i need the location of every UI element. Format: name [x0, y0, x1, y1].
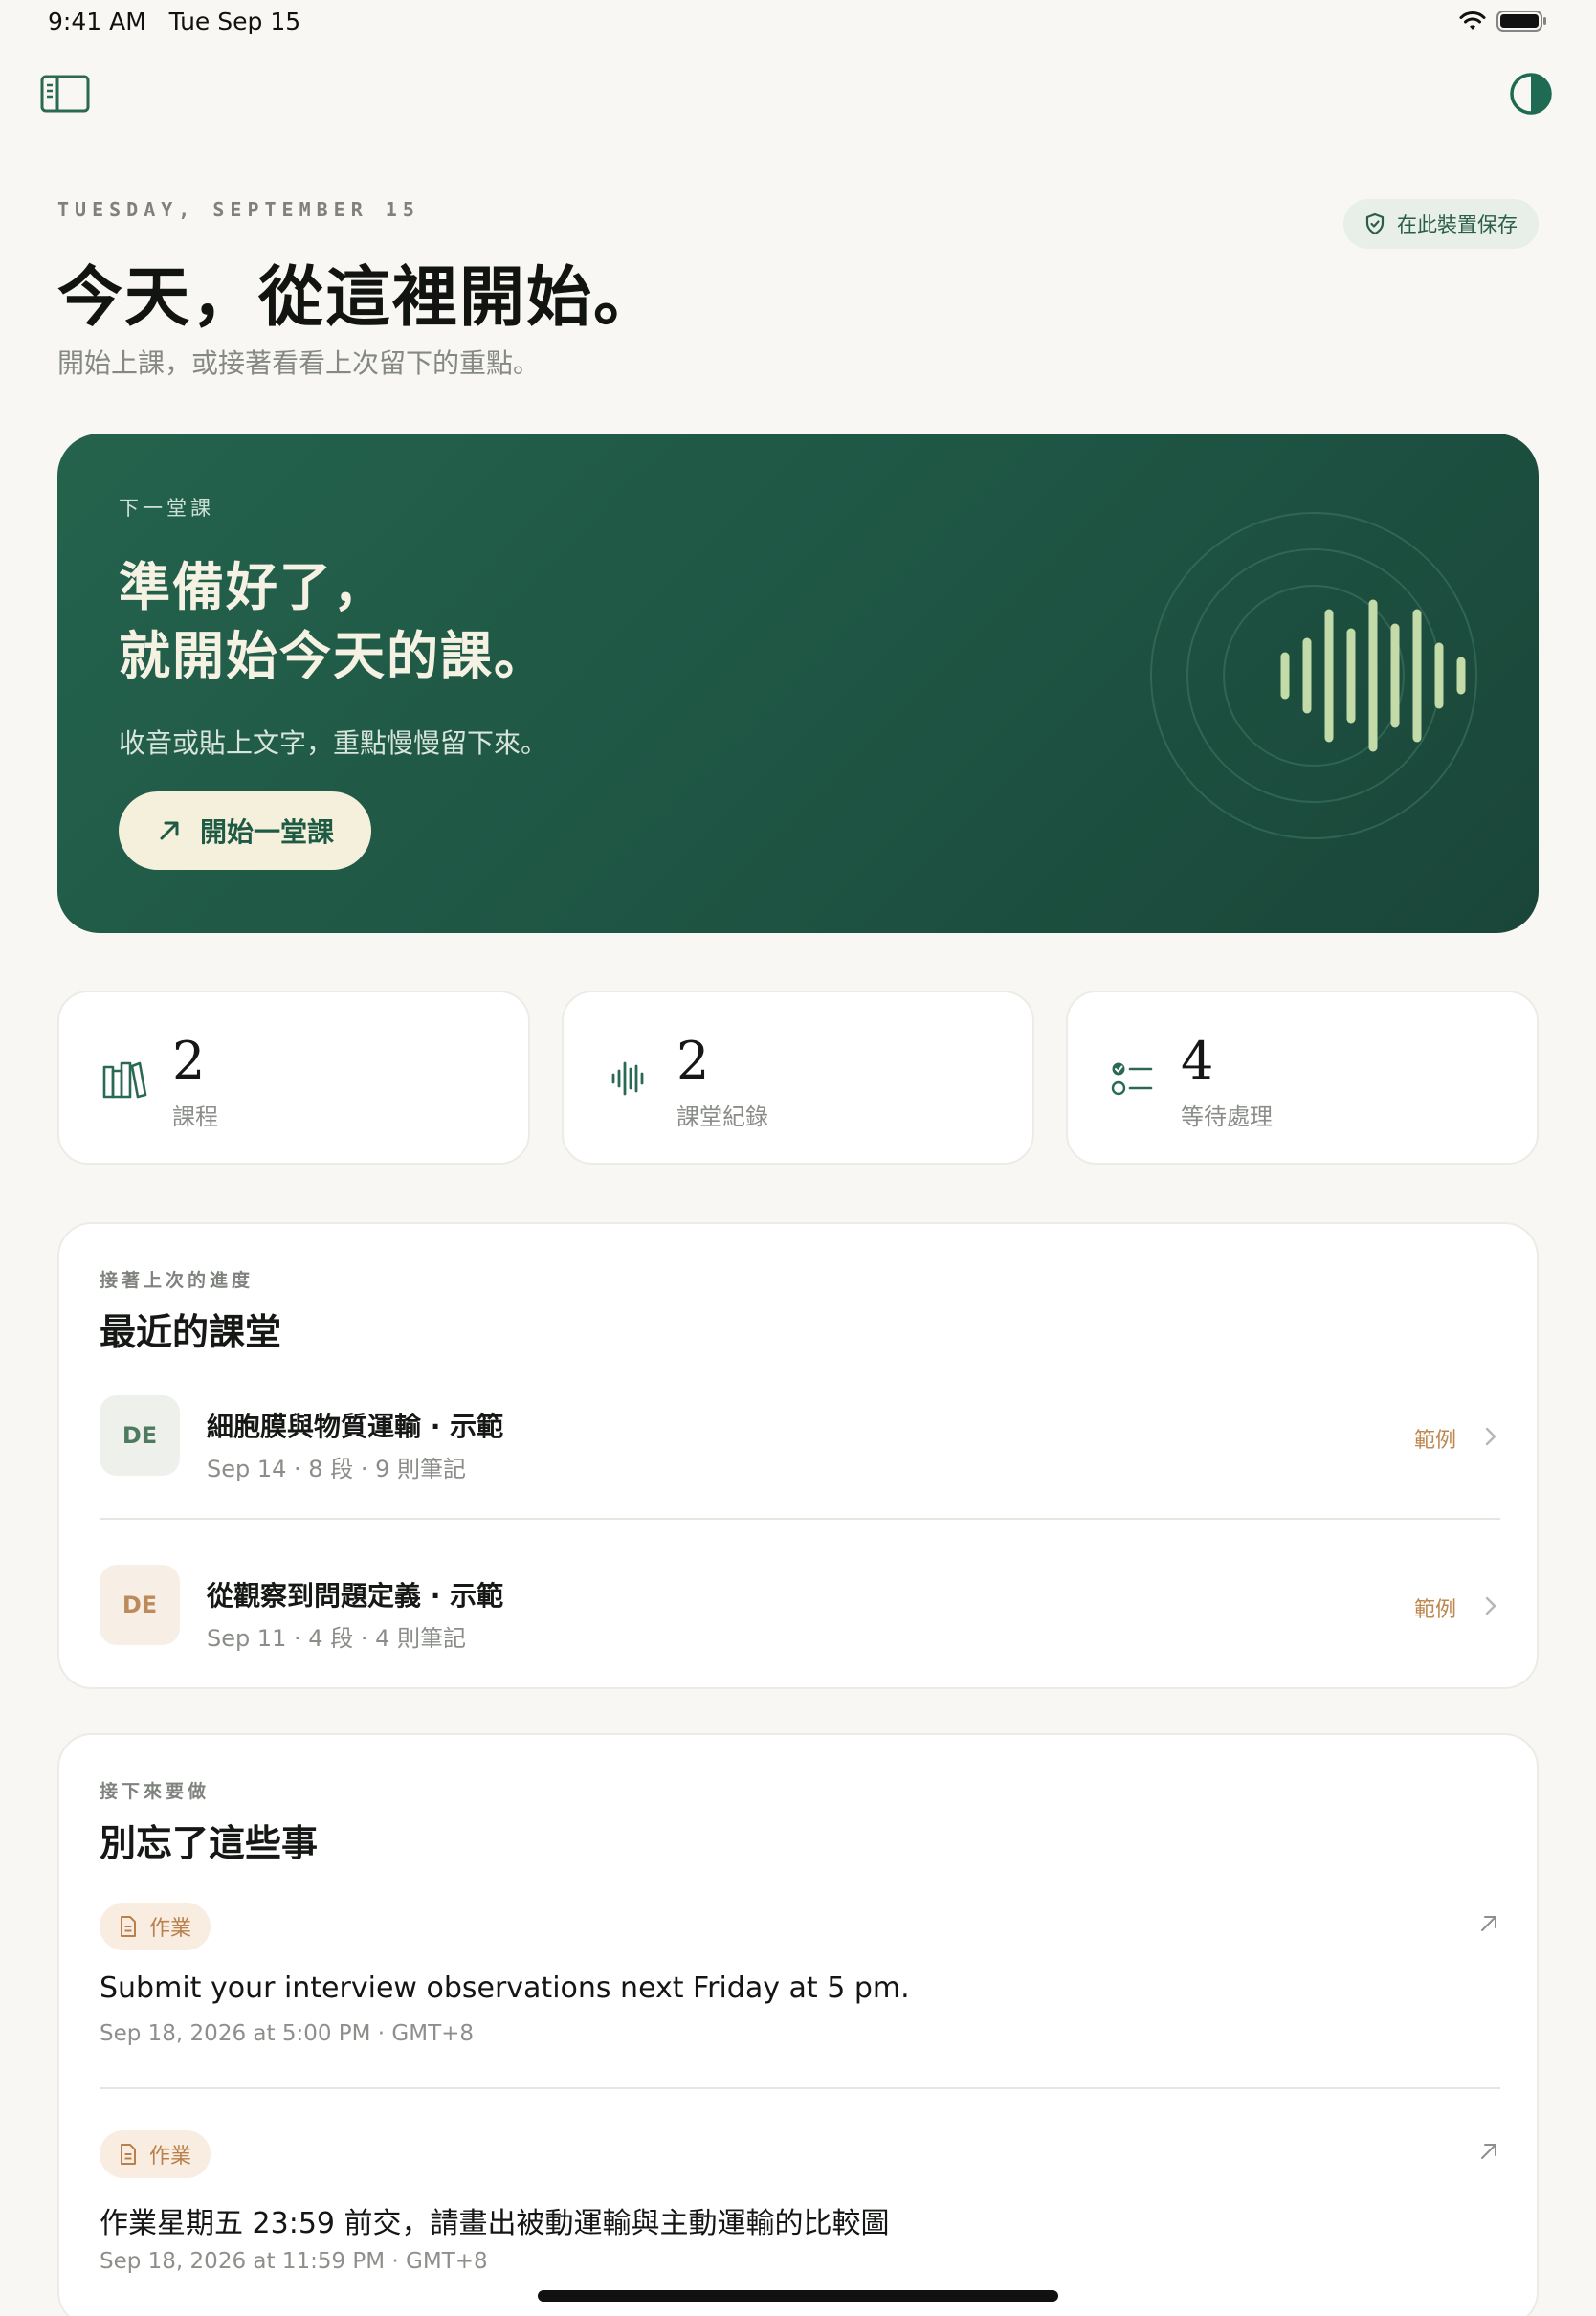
todo-title: Submit your interview observations next …	[100, 1971, 910, 2005]
document-icon	[121, 1916, 136, 1937]
battery-icon	[1496, 11, 1546, 32]
status-icons	[1458, 10, 1548, 33]
on-device-save-chip[interactable]: 在此裝置保存	[1343, 199, 1539, 249]
chevron-right-icon	[1485, 1427, 1496, 1446]
course-badge: DE	[100, 1395, 180, 1476]
status-bar: 9:41 AM Tue Sep 15	[0, 0, 1596, 46]
course-badge: DE	[100, 1565, 180, 1645]
todo-due-date: Sep 18, 2026 at 11:59 PM · GMT+8	[100, 2249, 488, 2274]
page-title: 今天，從這裡開始。	[57, 260, 661, 336]
sidebar-icon	[40, 75, 90, 113]
waveform-rings-icon	[1150, 512, 1477, 839]
recent-class-row[interactable]: DE 細胞膜與物質運輸 · 示範 Sep 14 · 8 段 · 9 則筆記 範例	[100, 1368, 1500, 1536]
status-date-text: Tue Sep 15	[168, 8, 301, 35]
recent-title: 最近的課堂	[100, 1311, 282, 1353]
waveform-icon	[602, 1052, 655, 1105]
assignment-chip-label: 作業	[149, 1917, 192, 1941]
assignment-chip: 作業	[100, 2130, 211, 2178]
sample-tag: 範例	[1413, 1598, 1456, 1622]
arrow-up-right-icon	[160, 821, 179, 840]
recent-kicker: 接著上次的進度	[100, 1270, 255, 1291]
arrow-up-right-icon[interactable]	[1477, 1912, 1500, 1935]
shield-check-icon	[1365, 212, 1385, 235]
stat-records-value: 2	[676, 1031, 710, 1091]
recent-class-meta: Sep 11 · 4 段 · 4 則筆記	[207, 1625, 466, 1652]
todo-title: 作業星期五 23:59 前交，請畫出被動運輸與主動運輸的比較圖	[100, 2207, 890, 2240]
date-label: TUESDAY, SEPTEMBER 15	[57, 198, 420, 221]
home-indicator[interactable]	[538, 2290, 1058, 2302]
stat-pending-label: 等待處理	[1181, 1103, 1273, 1130]
start-class-button[interactable]: 開始一堂課	[119, 791, 371, 870]
row-divider	[100, 1518, 1500, 1520]
stat-records-label: 課堂紀錄	[676, 1103, 768, 1130]
status-time: 9:41 AM Tue Sep 15	[48, 8, 300, 35]
appearance-toggle-button[interactable]	[1504, 67, 1558, 121]
recent-class-title: 從觀察到問題定義 · 示範	[207, 1580, 504, 1612]
hero-title-line-2: 就開始今天的課。	[119, 626, 547, 686]
hero-title: 準備好了， 就開始今天的課。	[119, 553, 547, 691]
todos-kicker: 接下來要做	[100, 1781, 211, 1802]
start-class-button-label: 開始一堂課	[199, 816, 334, 848]
stat-courses-label: 課程	[172, 1103, 218, 1130]
todos-section: 接下來要做 別忘了這些事 作業 Submit your interview ob…	[57, 1733, 1539, 2316]
save-chip-label: 在此裝置保存	[1397, 213, 1518, 236]
half-circle-theme-icon	[1510, 73, 1552, 115]
next-class-hero-card: 下一堂課 準備好了， 就開始今天的課。 收音或貼上文字，重點慢慢留下來。 開始一…	[57, 434, 1539, 933]
assignment-chip: 作業	[100, 1903, 211, 1950]
todo-item[interactable]: 作業 作業星期五 23:59 前交，請畫出被動運輸與主動運輸的比較圖 Sep 1…	[100, 2130, 1500, 2312]
todo-item[interactable]: 作業 Submit your interview observations ne…	[100, 1903, 1500, 2084]
recent-class-meta: Sep 14 · 8 段 · 9 則筆記	[207, 1456, 466, 1482]
todo-due-date: Sep 18, 2026 at 5:00 PM · GMT+8	[100, 2021, 475, 2046]
document-icon	[121, 2144, 136, 2165]
assignment-chip-label: 作業	[149, 2145, 192, 2169]
sidebar-toggle-button[interactable]	[38, 67, 92, 121]
stat-card-courses[interactable]: 2 課程	[57, 991, 530, 1165]
status-time-text: 9:41 AM	[48, 8, 146, 35]
wifi-icon	[1459, 11, 1486, 30]
page-subtitle: 開始上課，或接著看看上次留下的重點。	[57, 347, 541, 379]
stat-card-pending[interactable]: 4 等待處理	[1066, 991, 1539, 1165]
todos-title: 別忘了這些事	[100, 1822, 319, 1864]
row-divider	[100, 2087, 1500, 2089]
checklist-icon	[1106, 1052, 1160, 1105]
books-icon	[98, 1052, 151, 1105]
arrow-up-right-icon[interactable]	[1477, 2140, 1500, 2163]
stat-pending-value: 4	[1181, 1031, 1214, 1091]
chevron-right-icon	[1485, 1596, 1496, 1615]
sample-tag: 範例	[1413, 1429, 1456, 1453]
hero-kicker: 下一堂課	[119, 497, 214, 520]
hero-subtitle: 收音或貼上文字，重點慢慢留下來。	[119, 727, 548, 759]
recent-class-row[interactable]: DE 從觀察到問題定義 · 示範 Sep 11 · 4 段 · 4 則筆記 範例	[100, 1537, 1500, 1687]
stat-card-records[interactable]: 2 課堂紀錄	[562, 991, 1034, 1165]
stat-courses-value: 2	[172, 1031, 206, 1091]
recent-class-title: 細胞膜與物質運輸 · 示範	[207, 1411, 504, 1442]
hero-title-line-1: 準備好了，	[119, 557, 387, 617]
recent-classes-section: 接著上次的進度 最近的課堂 DE 細胞膜與物質運輸 · 示範 Sep 14 · …	[57, 1222, 1539, 1689]
